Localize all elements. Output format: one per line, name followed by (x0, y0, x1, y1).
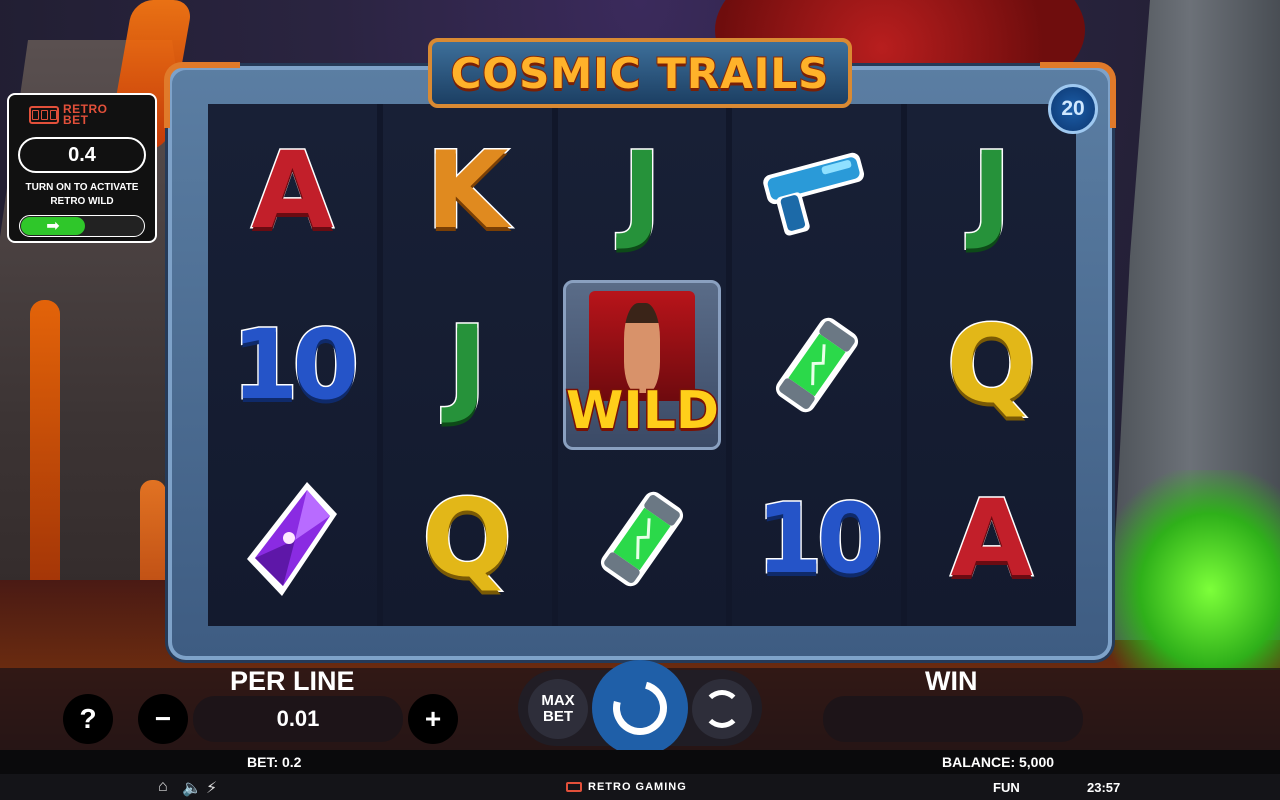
reel-cell: J (383, 278, 552, 452)
symbol-letter: 10 (754, 483, 885, 595)
retro-gaming-logo-icon (566, 782, 582, 792)
reel-cell: K (383, 104, 552, 278)
per-line-value: 0.01 (193, 696, 403, 742)
reel-2: K J Q (382, 104, 552, 626)
reel-frame: A 10 K J Q J WILD 10 J Q A (164, 62, 1116, 660)
reel-cell: 10 (732, 452, 901, 626)
home-icon[interactable]: ⌂ (158, 778, 168, 796)
reel-cell: J (907, 104, 1076, 278)
retro-note-line1: TURN ON TO ACTIVATE (25, 182, 139, 193)
wild-symbol: WILD (562, 280, 721, 450)
per-line-label: PER LINE (230, 666, 355, 696)
canister-icon (775, 317, 858, 413)
retro-bet-logo-icon (29, 106, 59, 124)
reel-grid: A 10 K J Q J WILD 10 J Q A (208, 104, 1076, 626)
clock: 23:57 (1087, 780, 1121, 795)
max-bet-button[interactable]: MAX BET (528, 679, 588, 739)
retro-gaming-logo: RETRO GAMING (566, 781, 687, 793)
retro-bet-logo-line2: BET (63, 113, 89, 127)
gem-icon (247, 482, 338, 596)
symbol-letter: J (621, 129, 663, 252)
symbol-letter: Q (945, 303, 1038, 426)
retro-wild-toggle[interactable]: ➡ (19, 215, 145, 237)
help-button[interactable]: ? (63, 694, 113, 744)
green-slime (1100, 470, 1280, 670)
symbol-letter: K (425, 129, 510, 252)
symbol-letter: J (446, 303, 488, 426)
decrease-bet-button[interactable]: − (138, 694, 188, 744)
reel-cell: WILD (558, 278, 727, 452)
info-strip: BET: 0.2 BALANCE: 5,000 (0, 750, 1280, 774)
footer-bar: ⌂ 🔈 ⚡ RETRO GAMING FUN 23:57 (0, 774, 1280, 800)
play-mode: FUN (993, 780, 1020, 795)
reel-cell: A (208, 104, 377, 278)
spin-icon (603, 671, 677, 745)
autoplay-button[interactable] (692, 679, 752, 739)
reel-cell (732, 104, 901, 278)
win-value (823, 696, 1083, 742)
max-bet-line2: BET (543, 708, 573, 725)
spin-button[interactable] (592, 660, 688, 756)
reel-cell: J (558, 104, 727, 278)
blaster-icon (763, 152, 864, 236)
symbol-letter: 10 (230, 309, 361, 421)
reel-cell: A (907, 452, 1076, 626)
toggle-arrow-icon: ➡ (21, 217, 85, 235)
symbol-letter: A (250, 129, 335, 252)
bet-total: BET: 0.2 (247, 754, 302, 770)
win-label: WIN (925, 666, 978, 696)
game-title-plate: COSMIC TRAILS (428, 38, 852, 108)
reel-cell: Q (907, 278, 1076, 452)
reel-4: 10 (732, 104, 902, 626)
increase-bet-button[interactable]: + (408, 694, 458, 744)
reel-5: J Q A (907, 104, 1076, 626)
retro-bet-value: 0.4 (18, 137, 146, 173)
reel-cell: Q (383, 452, 552, 626)
reel-cell (732, 278, 901, 452)
max-bet-line1: MAX (541, 692, 575, 709)
footer-brand: RETRO GAMING (588, 781, 687, 793)
symbol-letter: J (970, 129, 1012, 252)
balance: BALANCE: 5,000 (942, 754, 1055, 770)
canister-icon (600, 491, 684, 587)
symbol-letter: A (949, 477, 1034, 600)
retro-bet-logo: RETRO BET (29, 103, 108, 127)
retro-note-line2: RETRO WILD (50, 196, 114, 207)
retro-bet-panel: RETRO BET 0.4 TURN ON TO ACTIVATE RETRO … (7, 93, 157, 243)
reel-cell (558, 452, 727, 626)
reel-cell: 10 (208, 278, 377, 452)
turbo-icon[interactable]: ⚡ (206, 778, 217, 798)
autoplay-icon (703, 690, 741, 728)
reel-1: A 10 (208, 104, 377, 626)
retro-wild-instructions: TURN ON TO ACTIVATE RETRO WILD (13, 181, 151, 209)
game-title: COSMIC TRAILS (450, 48, 830, 99)
reel-3: J WILD (557, 104, 727, 626)
sound-icon[interactable]: 🔈 (182, 778, 202, 798)
reel-cell (208, 452, 377, 626)
symbol-letter: Q (421, 477, 514, 600)
wild-label: WILD (564, 380, 720, 443)
paylines-badge: 20 (1048, 84, 1098, 134)
